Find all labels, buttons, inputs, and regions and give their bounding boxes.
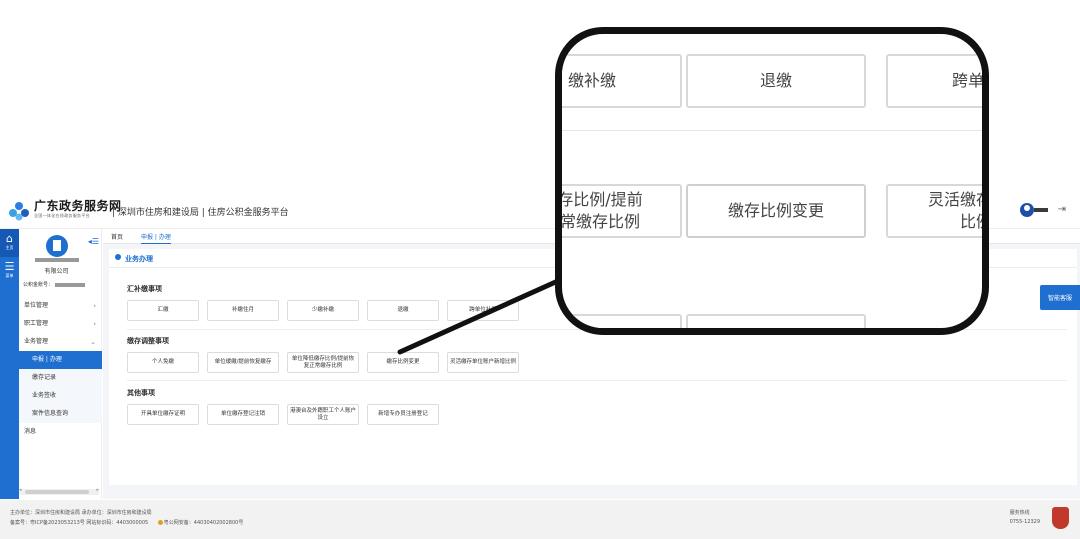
zoom-btn-lower-ratio: 缴存比例/提前 正常缴存比例 <box>562 184 682 238</box>
company-avatar-icon <box>46 235 68 257</box>
chevron-right-icon: › <box>93 302 96 310</box>
tab-home[interactable]: 首页 <box>111 232 123 241</box>
party-emblem-icon <box>1052 507 1069 529</box>
company-name-redacted <box>35 258 79 262</box>
hotline-label: 服务热线 <box>1009 510 1030 516</box>
sidebar-scrollbar[interactable]: ◂ ▸ <box>19 487 99 495</box>
smart-service-button[interactable]: 智能客服 <box>1040 285 1080 310</box>
icon-sidebar: ⌂ 主页 ☰ 菜单 <box>0 229 19 499</box>
btn-refund[interactable]: 退缴 <box>367 300 439 321</box>
sidebar-item-unit-management[interactable]: 单位管理 › <box>19 297 102 315</box>
nav-home-label: 主页 <box>5 245 14 250</box>
zoom-btn-empty <box>686 314 866 328</box>
user-avatar-icon <box>1020 203 1034 217</box>
sidebar-item-employee-management[interactable]: 职工管理 › <box>19 315 102 333</box>
footer-icp: 备案号：粤ICP备2023053213号 网站标识码：4403000005 粤公… <box>10 519 243 526</box>
footer-sponsor: 主办单位：深圳市住房和建设局 承办单位：深圳市住房和建设局 <box>10 510 152 516</box>
zoom-callout: 缴补缴 退缴 跨单位 缴存比例/提前 正常缴存比例 缴存比例变更 灵活缴存单位 … <box>555 27 989 335</box>
zoom-btn-refund: 退缴 <box>686 54 866 108</box>
guangdong-logo-icon <box>9 202 29 221</box>
account-number-redacted <box>55 282 86 287</box>
footer-police: 粤公网安备：44030402002800号 <box>163 520 244 526</box>
zoom-divider <box>562 130 982 131</box>
sidebar-item-label: 缴存记录 <box>32 374 57 381</box>
sidebar-item-label: 消息 <box>24 428 37 435</box>
btn-remit[interactable]: 汇缴 <box>127 300 199 321</box>
sidebar-item-declare-handle[interactable]: 申报 | 办理 <box>19 351 102 369</box>
btn-lower-ratio[interactable]: 单位降低缴存比例/提前恢复正常缴存比例 <box>287 352 359 373</box>
zoom-btn-flexible: 灵活缴存单位 比例 <box>886 184 982 238</box>
sidebar-item-label: 职工管理 <box>24 320 49 327</box>
btn-underpay-supplement[interactable]: 少缴补缴 <box>287 300 359 321</box>
nav-home[interactable]: ⌂ 主页 <box>0 229 19 257</box>
company-name: 有限公司 <box>44 268 69 275</box>
zoom-btn-ratio-change: 缴存比例变更 <box>686 184 866 238</box>
page: 广东政务服务网 全国一体化在线政务服务平台 | 深圳市住房和建设局 | 住房公积… <box>0 0 1080 539</box>
home-icon: ⌂ <box>6 232 13 245</box>
section-title: 缴存调整事项 <box>127 337 169 345</box>
sidebar: ◂☰ 有限公司 公积金账号： 单位管理 › 职工管理 › 业务管理 ⌄ 申报 | 办理… <box>19 229 102 499</box>
sidebar-item-label: 申报 | 办理 <box>32 356 62 363</box>
sidebar-item-deposit-records[interactable]: 缴存记录 <box>19 369 102 387</box>
sidebar-item-label: 业务管理 <box>24 338 49 345</box>
account-label: 公积金账号： <box>23 282 54 288</box>
btn-supplement-month[interactable]: 补缴住月 <box>207 300 279 321</box>
nav-menu[interactable]: ☰ 菜单 <box>0 257 19 279</box>
logout-icon[interactable]: ⇥ <box>1058 204 1066 215</box>
site-title[interactable]: 广东政务服务网 <box>34 197 122 214</box>
btn-personal-exempt[interactable]: 个人免缴 <box>127 352 199 373</box>
sidebar-menu: 单位管理 › 职工管理 › 业务管理 ⌄ 申报 | 办理 缴存记录 业务签收 案件信息… <box>19 297 102 441</box>
sidebar-item-business-management[interactable]: 业务管理 ⌄ <box>19 333 102 351</box>
location-pin-icon <box>115 254 121 260</box>
user-name-redacted <box>1034 208 1048 212</box>
site-subtitle: 全国一体化在线政务服务平台 <box>34 213 90 218</box>
menu-icon: ☰ <box>4 260 15 273</box>
btn-cross-unit-supplement[interactable]: 跨单位补缴 <box>447 300 519 321</box>
chevron-down-icon: ⌄ <box>90 338 96 346</box>
btn-deposit-certificate[interactable]: 开具单位缴存证明 <box>127 404 199 425</box>
sidebar-item-label: 业务签收 <box>32 392 57 399</box>
section-title: 其他事项 <box>127 389 155 397</box>
zoom-btn-supplement: 缴补缴 <box>562 54 682 108</box>
zoom-btn-cross-unit: 跨单位 <box>886 54 982 108</box>
footer-icp-text: 备案号：粤ICP备2023053213号 网站标识码：4403000005 <box>10 520 149 526</box>
sidebar-item-label: 案件信息查询 <box>32 410 69 417</box>
btn-foreign-account[interactable]: 港澳台及外籍职工个人账户设立 <box>287 404 359 425</box>
scroll-right-icon[interactable]: ▸ <box>96 487 99 493</box>
btn-agent-registration[interactable]: 新增专办员注册登记 <box>367 404 439 425</box>
scroll-left-icon[interactable]: ◂ <box>19 487 22 493</box>
card-title: 业务办理 <box>125 255 153 263</box>
org-breadcrumb: | 深圳市住房和建设局 | 住房公积金服务平台 <box>112 208 289 218</box>
scrollbar-thumb[interactable] <box>25 490 89 494</box>
account-number: 公积金账号： <box>23 281 86 288</box>
btn-ratio-change[interactable]: 缴存比例变更 <box>367 352 439 373</box>
sidebar-item-business-receipt[interactable]: 业务签收 <box>19 387 102 405</box>
sidebar-item-messages[interactable]: 消息 <box>19 423 102 441</box>
nav-menu-label: 菜单 <box>5 273 14 278</box>
section-title: 汇补缴事项 <box>127 285 162 293</box>
footer: 主办单位：深圳市住房和建设局 承办单位：深圳市住房和建设局 备案号：粤ICP备2… <box>0 500 1080 539</box>
footer-hotline: 服务热线 0755-12329 <box>1010 509 1040 527</box>
btn-flexible-ratio[interactable]: 灵活缴存单位账户新增比例 <box>447 352 519 373</box>
chevron-right-icon: › <box>93 320 96 328</box>
sidebar-item-label: 单位管理 <box>24 302 49 309</box>
hotline-number: 0755-12329 <box>1009 519 1040 525</box>
collapse-sidebar-icon[interactable]: ◂☰ <box>88 237 99 246</box>
btn-unit-deferral[interactable]: 单位缓缴/提前恢复缴存 <box>207 352 279 373</box>
tab-declare-handle[interactable]: 申报 | 办理 <box>141 232 171 244</box>
user-menu[interactable] <box>1020 203 1048 219</box>
section-divider <box>127 380 1067 381</box>
sidebar-item-case-query[interactable]: 案件信息查询 <box>19 405 102 423</box>
btn-deregistration[interactable]: 单位缴存登记注销 <box>207 404 279 425</box>
